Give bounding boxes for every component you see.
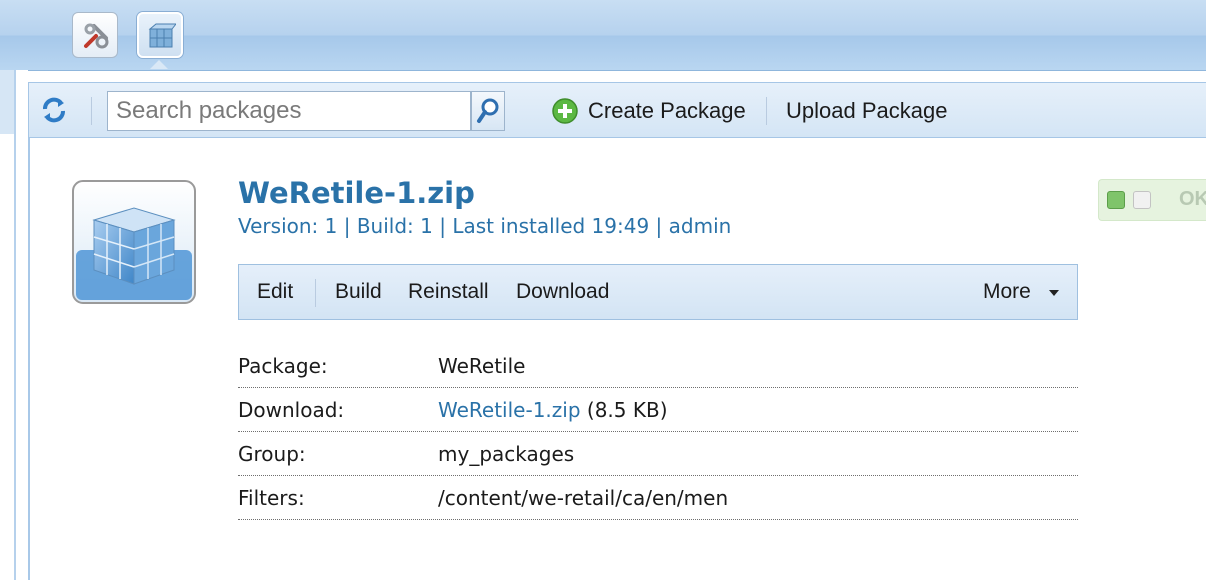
- package-icon: [72, 180, 196, 304]
- content-left-border: [28, 84, 30, 580]
- status-text: OK: [1179, 188, 1206, 210]
- meta-separator: |: [649, 214, 669, 238]
- package-status-badge: OK: [1098, 179, 1206, 221]
- package-last-installed: Last installed 19:49: [452, 214, 650, 238]
- chevron-down-icon[interactable]: [1049, 290, 1059, 296]
- app-header: [0, 0, 1206, 71]
- add-circle-icon: [552, 98, 578, 124]
- package-installed-by: admin: [668, 214, 732, 238]
- tools-button[interactable]: [72, 12, 118, 58]
- edit-button[interactable]: Edit: [257, 277, 293, 307]
- detail-row-package: Package: WeRetile: [238, 344, 1078, 388]
- left-divider: [14, 70, 16, 580]
- create-package-button[interactable]: Create Package: [588, 95, 746, 127]
- download-button[interactable]: Download: [516, 277, 609, 307]
- package-manager-button[interactable]: [137, 12, 183, 58]
- detail-label: Download:: [238, 398, 345, 422]
- refresh-icon[interactable]: [39, 95, 69, 125]
- detail-value: /content/we-retail/ca/en/men: [438, 486, 729, 510]
- download-size: (8.5 KB): [586, 398, 668, 422]
- left-gutter: [14, 70, 28, 580]
- action-separator: [315, 279, 316, 307]
- left-panel-edge: [0, 70, 15, 134]
- meta-separator: |: [337, 214, 357, 238]
- more-button[interactable]: More: [983, 277, 1031, 307]
- package-version: Version: 1: [238, 214, 338, 238]
- detail-row-filters: Filters: /content/we-retail/ca/en/men: [238, 476, 1078, 520]
- tools-icon: [84, 23, 109, 49]
- detail-row-download: Download: WeRetile-1.zip (8.5 KB): [238, 388, 1078, 432]
- meta-separator: |: [432, 214, 453, 238]
- status-indicator-on: [1107, 191, 1125, 209]
- detail-value: my_packages: [438, 442, 575, 466]
- detail-value: WeRetile: [438, 354, 526, 378]
- detail-label: Filters:: [238, 486, 305, 510]
- detail-row-group: Group: my_packages: [238, 432, 1078, 476]
- package-build: Build: 1: [356, 214, 433, 238]
- upload-package-button[interactable]: Upload Package: [786, 95, 947, 127]
- package-cube-icon: [148, 23, 176, 48]
- download-link[interactable]: WeRetile-1.zip: [438, 398, 581, 422]
- detail-label: Package:: [238, 354, 328, 378]
- package-action-bar: Edit Build Reinstall Download More: [238, 264, 1078, 320]
- search-button[interactable]: [471, 91, 505, 131]
- detail-label: Group:: [238, 442, 306, 466]
- detail-value: WeRetile-1.zip (8.5 KB): [438, 398, 668, 422]
- magnifier-icon: [477, 98, 499, 123]
- reinstall-button[interactable]: Reinstall: [408, 277, 489, 307]
- search-input[interactable]: [107, 91, 471, 131]
- toolbar-separator: [91, 97, 92, 125]
- package-toolbar: Create Package Upload Package: [28, 82, 1206, 138]
- build-button[interactable]: Build: [335, 277, 382, 307]
- status-indicator-off: [1133, 191, 1151, 209]
- toolbar-separator: [766, 97, 767, 125]
- active-tab-indicator: [150, 60, 168, 69]
- package-meta: Version: 1 | Build: 1 | Last installed 1…: [238, 214, 731, 238]
- package-title[interactable]: WeRetile-1.zip: [238, 176, 475, 210]
